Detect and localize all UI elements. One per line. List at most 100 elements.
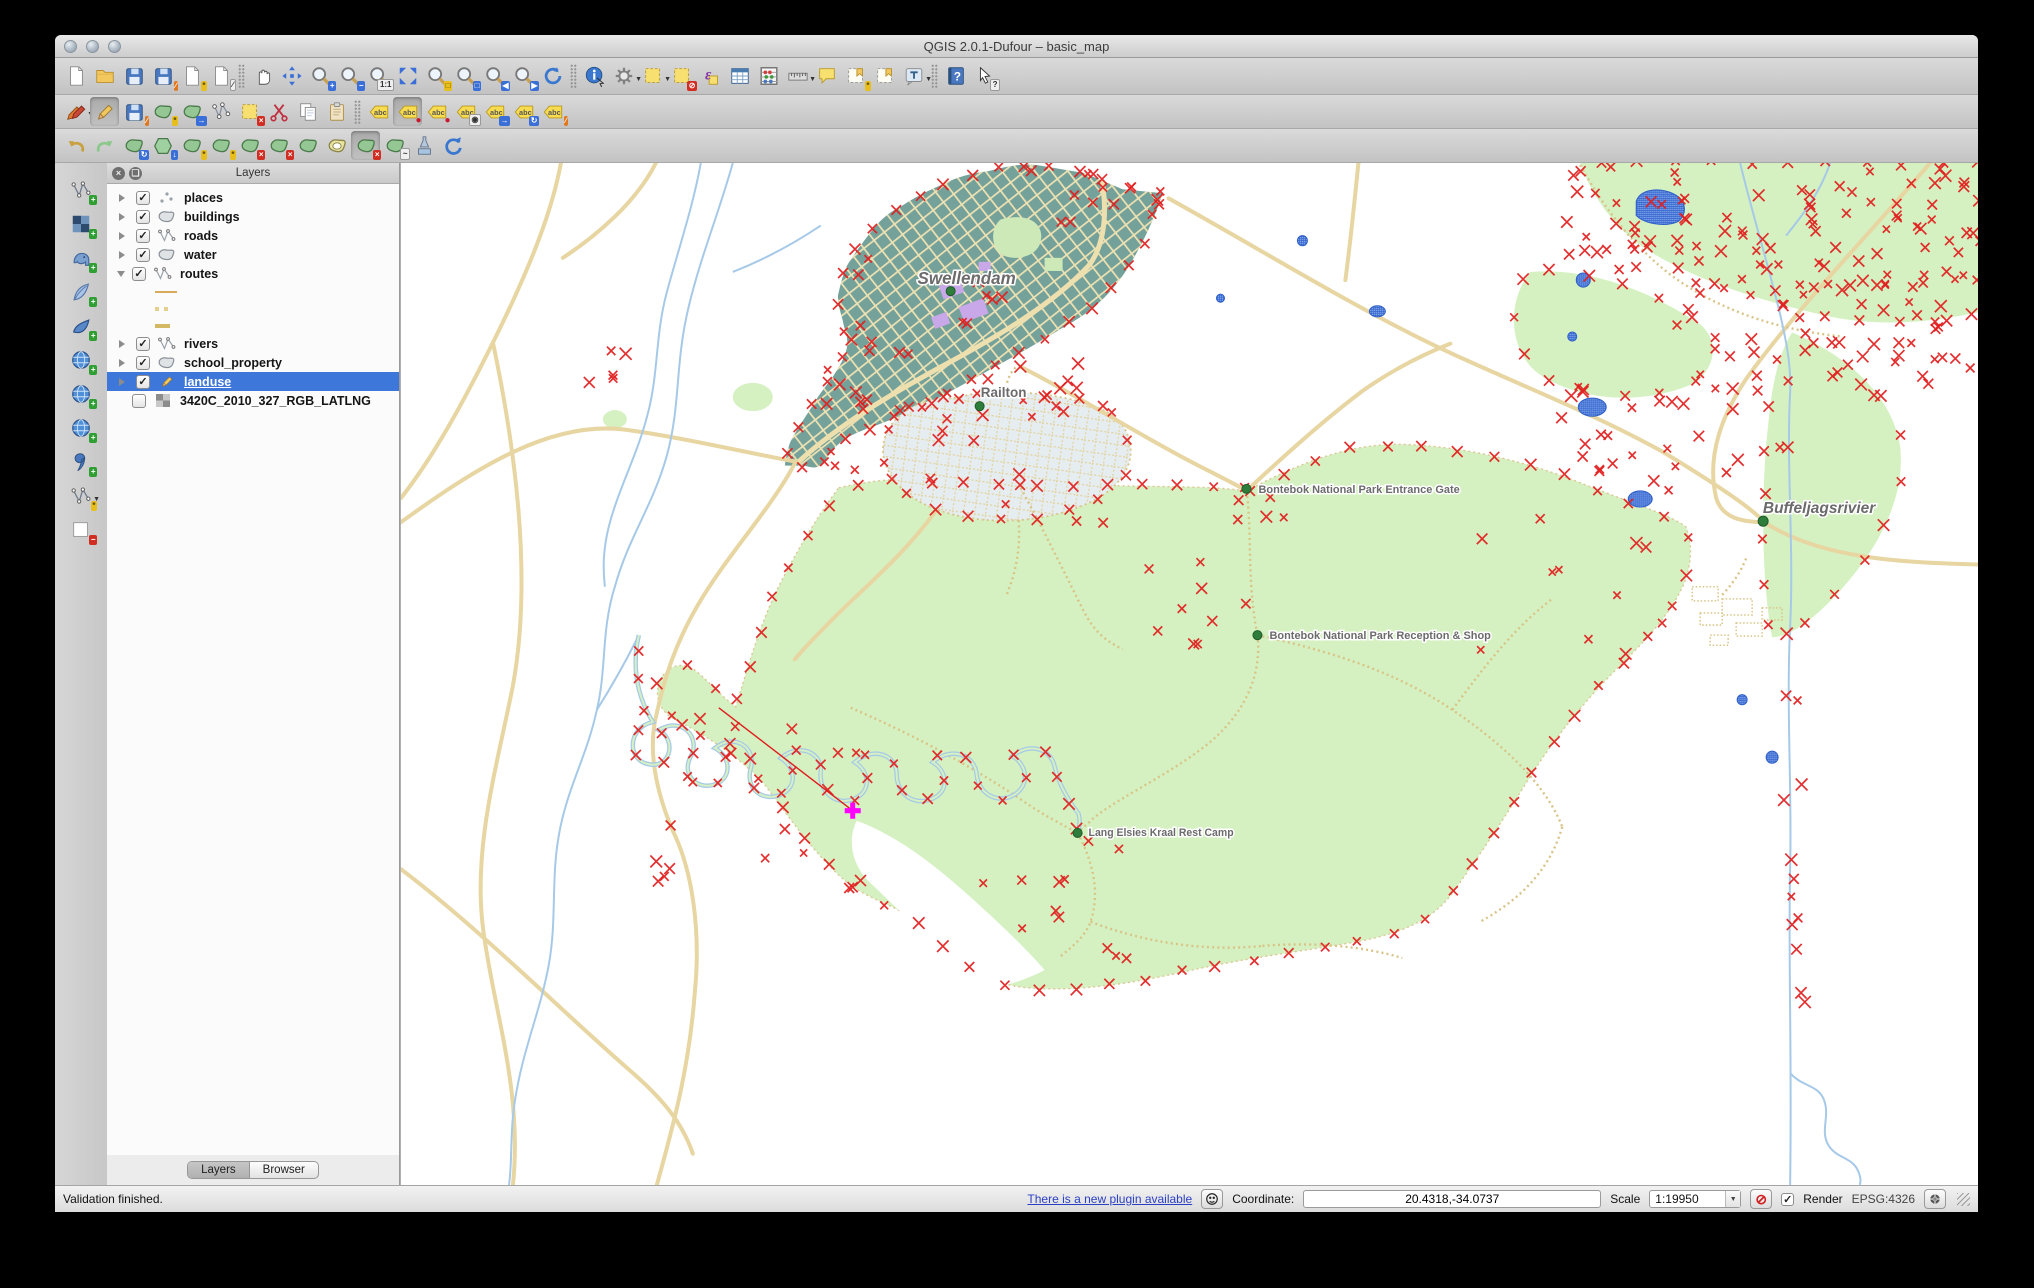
add-ring-button[interactable]: * xyxy=(177,131,207,160)
layer-item-landuse[interactable]: ✓ landuse xyxy=(107,372,399,391)
layer-item-school_property[interactable]: ✓ school_property xyxy=(107,353,399,372)
layer-expander[interactable] xyxy=(119,231,129,240)
scale-combo-arrow[interactable]: ▼ xyxy=(1725,1191,1741,1207)
cut-features-button[interactable] xyxy=(264,97,293,126)
field-calculator-button[interactable] xyxy=(754,62,783,91)
layer-visibility-checkbox[interactable]: ✓ xyxy=(136,247,150,262)
whats-this-button[interactable]: ? xyxy=(970,62,1000,91)
show-bookmarks-button[interactable] xyxy=(870,62,899,91)
new-shapefile-layer-button[interactable]: * ▼ xyxy=(66,481,100,511)
zoom-to-selection-button[interactable]: □ xyxy=(422,62,452,91)
title-bar[interactable]: QGIS 2.0.1-Dufour – basic_map xyxy=(55,35,1978,58)
select-features-button[interactable]: ▼ xyxy=(638,62,671,91)
move-feature-button[interactable]: → xyxy=(177,97,207,126)
zoom-last-button[interactable]: ◀ xyxy=(480,62,510,91)
add-mssql-layer-button[interactable]: + xyxy=(66,311,97,341)
layer-item-routes[interactable]: ✓ routes xyxy=(107,264,399,283)
layer-visibility-checkbox[interactable]: ✓ xyxy=(132,266,146,281)
save-project-button[interactable] xyxy=(119,62,148,91)
zoom-native-button[interactable]: 1:1 xyxy=(364,62,394,91)
layer-item-places[interactable]: ✓ places xyxy=(107,188,399,207)
pan-to-selection-button[interactable] xyxy=(277,62,306,91)
layer-visibility-checkbox[interactable]: ✓ xyxy=(136,374,150,389)
layer-visibility-checkbox[interactable]: ✓ xyxy=(136,355,150,370)
add-raster-layer-button[interactable]: + xyxy=(66,209,97,239)
layer-item-buildings[interactable]: ✓ buildings xyxy=(107,207,399,226)
add-postgis-layer-button[interactable]: + xyxy=(66,243,97,273)
node-tool-button[interactable] xyxy=(206,97,235,126)
layer-visibility-checkbox[interactable]: ✓ xyxy=(136,190,150,205)
zoom-next-button[interactable]: ▶ xyxy=(509,62,539,91)
change-label-button[interactable]: ∕ xyxy=(538,97,568,126)
rotate-feature-button[interactable]: ↻ xyxy=(119,131,149,160)
rotate-label-button[interactable]: ↻ xyxy=(509,97,539,126)
split-features-button[interactable]: × xyxy=(351,131,381,160)
identify-features-button[interactable] xyxy=(580,62,609,91)
delete-selected-button[interactable]: × xyxy=(235,97,265,126)
save-project-as-button[interactable]: ∕ xyxy=(148,62,178,91)
refresh-map-button[interactable] xyxy=(538,62,567,91)
stop-rendering-button[interactable]: ⊘ xyxy=(1750,1189,1773,1209)
layer-expander[interactable] xyxy=(117,271,125,281)
plugin-indicator-icon[interactable] xyxy=(1201,1189,1224,1209)
add-spatialite-layer-button[interactable]: + xyxy=(66,277,97,307)
new-print-composer-button[interactable]: * xyxy=(177,62,207,91)
toggle-editing-button[interactable] xyxy=(90,97,119,126)
zoom-in-button[interactable]: + xyxy=(306,62,336,91)
delete-ring-button[interactable]: × xyxy=(235,131,265,160)
render-checkbox[interactable]: ✓ xyxy=(1781,1192,1795,1206)
add-vector-layer-button[interactable]: + xyxy=(66,175,97,205)
layer-visibility-checkbox[interactable]: ✓ xyxy=(136,336,150,351)
deselect-features-button[interactable]: ⊘ xyxy=(667,62,697,91)
new-bookmark-button[interactable]: * xyxy=(841,62,871,91)
open-attribute-table-button[interactable] xyxy=(725,62,754,91)
layer-expander[interactable] xyxy=(119,358,129,367)
zoom-full-button[interactable] xyxy=(393,62,422,91)
panel-tab-layers[interactable]: Layers xyxy=(188,1162,249,1178)
copy-features-button[interactable] xyxy=(293,97,322,126)
layer-labeling-options-button[interactable] xyxy=(364,97,393,126)
layer-visibility-checkbox[interactable] xyxy=(132,393,146,408)
scale-combo[interactable]: 1:19950 ▼ xyxy=(1649,1190,1742,1208)
open-project-button[interactable] xyxy=(90,62,119,91)
map-canvas[interactable]: Swellendam Railton Bontebok National Par… xyxy=(400,163,1978,1185)
highlight-pinned-labels-button[interactable]: ● xyxy=(422,97,451,126)
layer-item-roads[interactable]: ✓ roads xyxy=(107,226,399,245)
pan-map-button[interactable] xyxy=(248,62,277,91)
run-feature-action-button[interactable]: ▼ xyxy=(609,62,642,91)
layer-visibility-checkbox[interactable]: ✓ xyxy=(136,209,150,224)
add-oracle-layer-button[interactable]: + xyxy=(66,447,97,477)
window-resize-grip[interactable] xyxy=(1957,1192,1970,1206)
split-parts-button[interactable]: ~ xyxy=(380,131,410,160)
offset-curve-button[interactable] xyxy=(322,131,351,160)
coordinate-input[interactable] xyxy=(1304,1191,1601,1207)
add-wms-layer-button[interactable]: + xyxy=(66,345,97,375)
layer-expander[interactable] xyxy=(119,339,129,348)
panel-tab-browser[interactable]: Browser xyxy=(248,1162,318,1178)
redo-button[interactable] xyxy=(90,131,119,160)
composer-manager-button[interactable]: ∕ xyxy=(206,62,236,91)
map-tips-button[interactable] xyxy=(812,62,841,91)
zoom-out-button[interactable]: − xyxy=(335,62,365,91)
layer-item-3420c_2010_327_rgb_latlng[interactable]: 3420C_2010_327_RGB_LATLNG xyxy=(107,391,399,410)
layer-expander[interactable] xyxy=(119,212,129,221)
delete-part-button[interactable]: × xyxy=(264,131,294,160)
plugin-available-link[interactable]: There is a new plugin available xyxy=(1027,1192,1192,1206)
help-contents-button[interactable] xyxy=(941,62,970,91)
select-by-expression-button[interactable] xyxy=(696,62,725,91)
layer-item-water[interactable]: ✓ water xyxy=(107,245,399,264)
zoom-to-layer-button[interactable]: □ xyxy=(451,62,481,91)
layer-visibility-checkbox[interactable]: ✓ xyxy=(136,228,150,243)
current-edits-button[interactable]: ▼ xyxy=(61,97,94,126)
move-label-button[interactable]: → xyxy=(480,97,510,126)
merge-features-button[interactable] xyxy=(409,131,438,160)
save-layer-edits-button[interactable]: ∕ xyxy=(119,97,149,126)
paste-features-button[interactable] xyxy=(322,97,351,126)
simplify-feature-button[interactable]: ↓ xyxy=(148,131,178,160)
layer-item-rivers[interactable]: ✓ rivers xyxy=(107,334,399,353)
measure-button[interactable]: ▼ xyxy=(783,62,816,91)
layer-expander[interactable] xyxy=(119,193,129,202)
reshape-features-button[interactable] xyxy=(293,131,322,160)
rotate-point-symbols-button[interactable] xyxy=(438,131,467,160)
pin-unpin-labels-button[interactable]: ● xyxy=(393,97,422,126)
